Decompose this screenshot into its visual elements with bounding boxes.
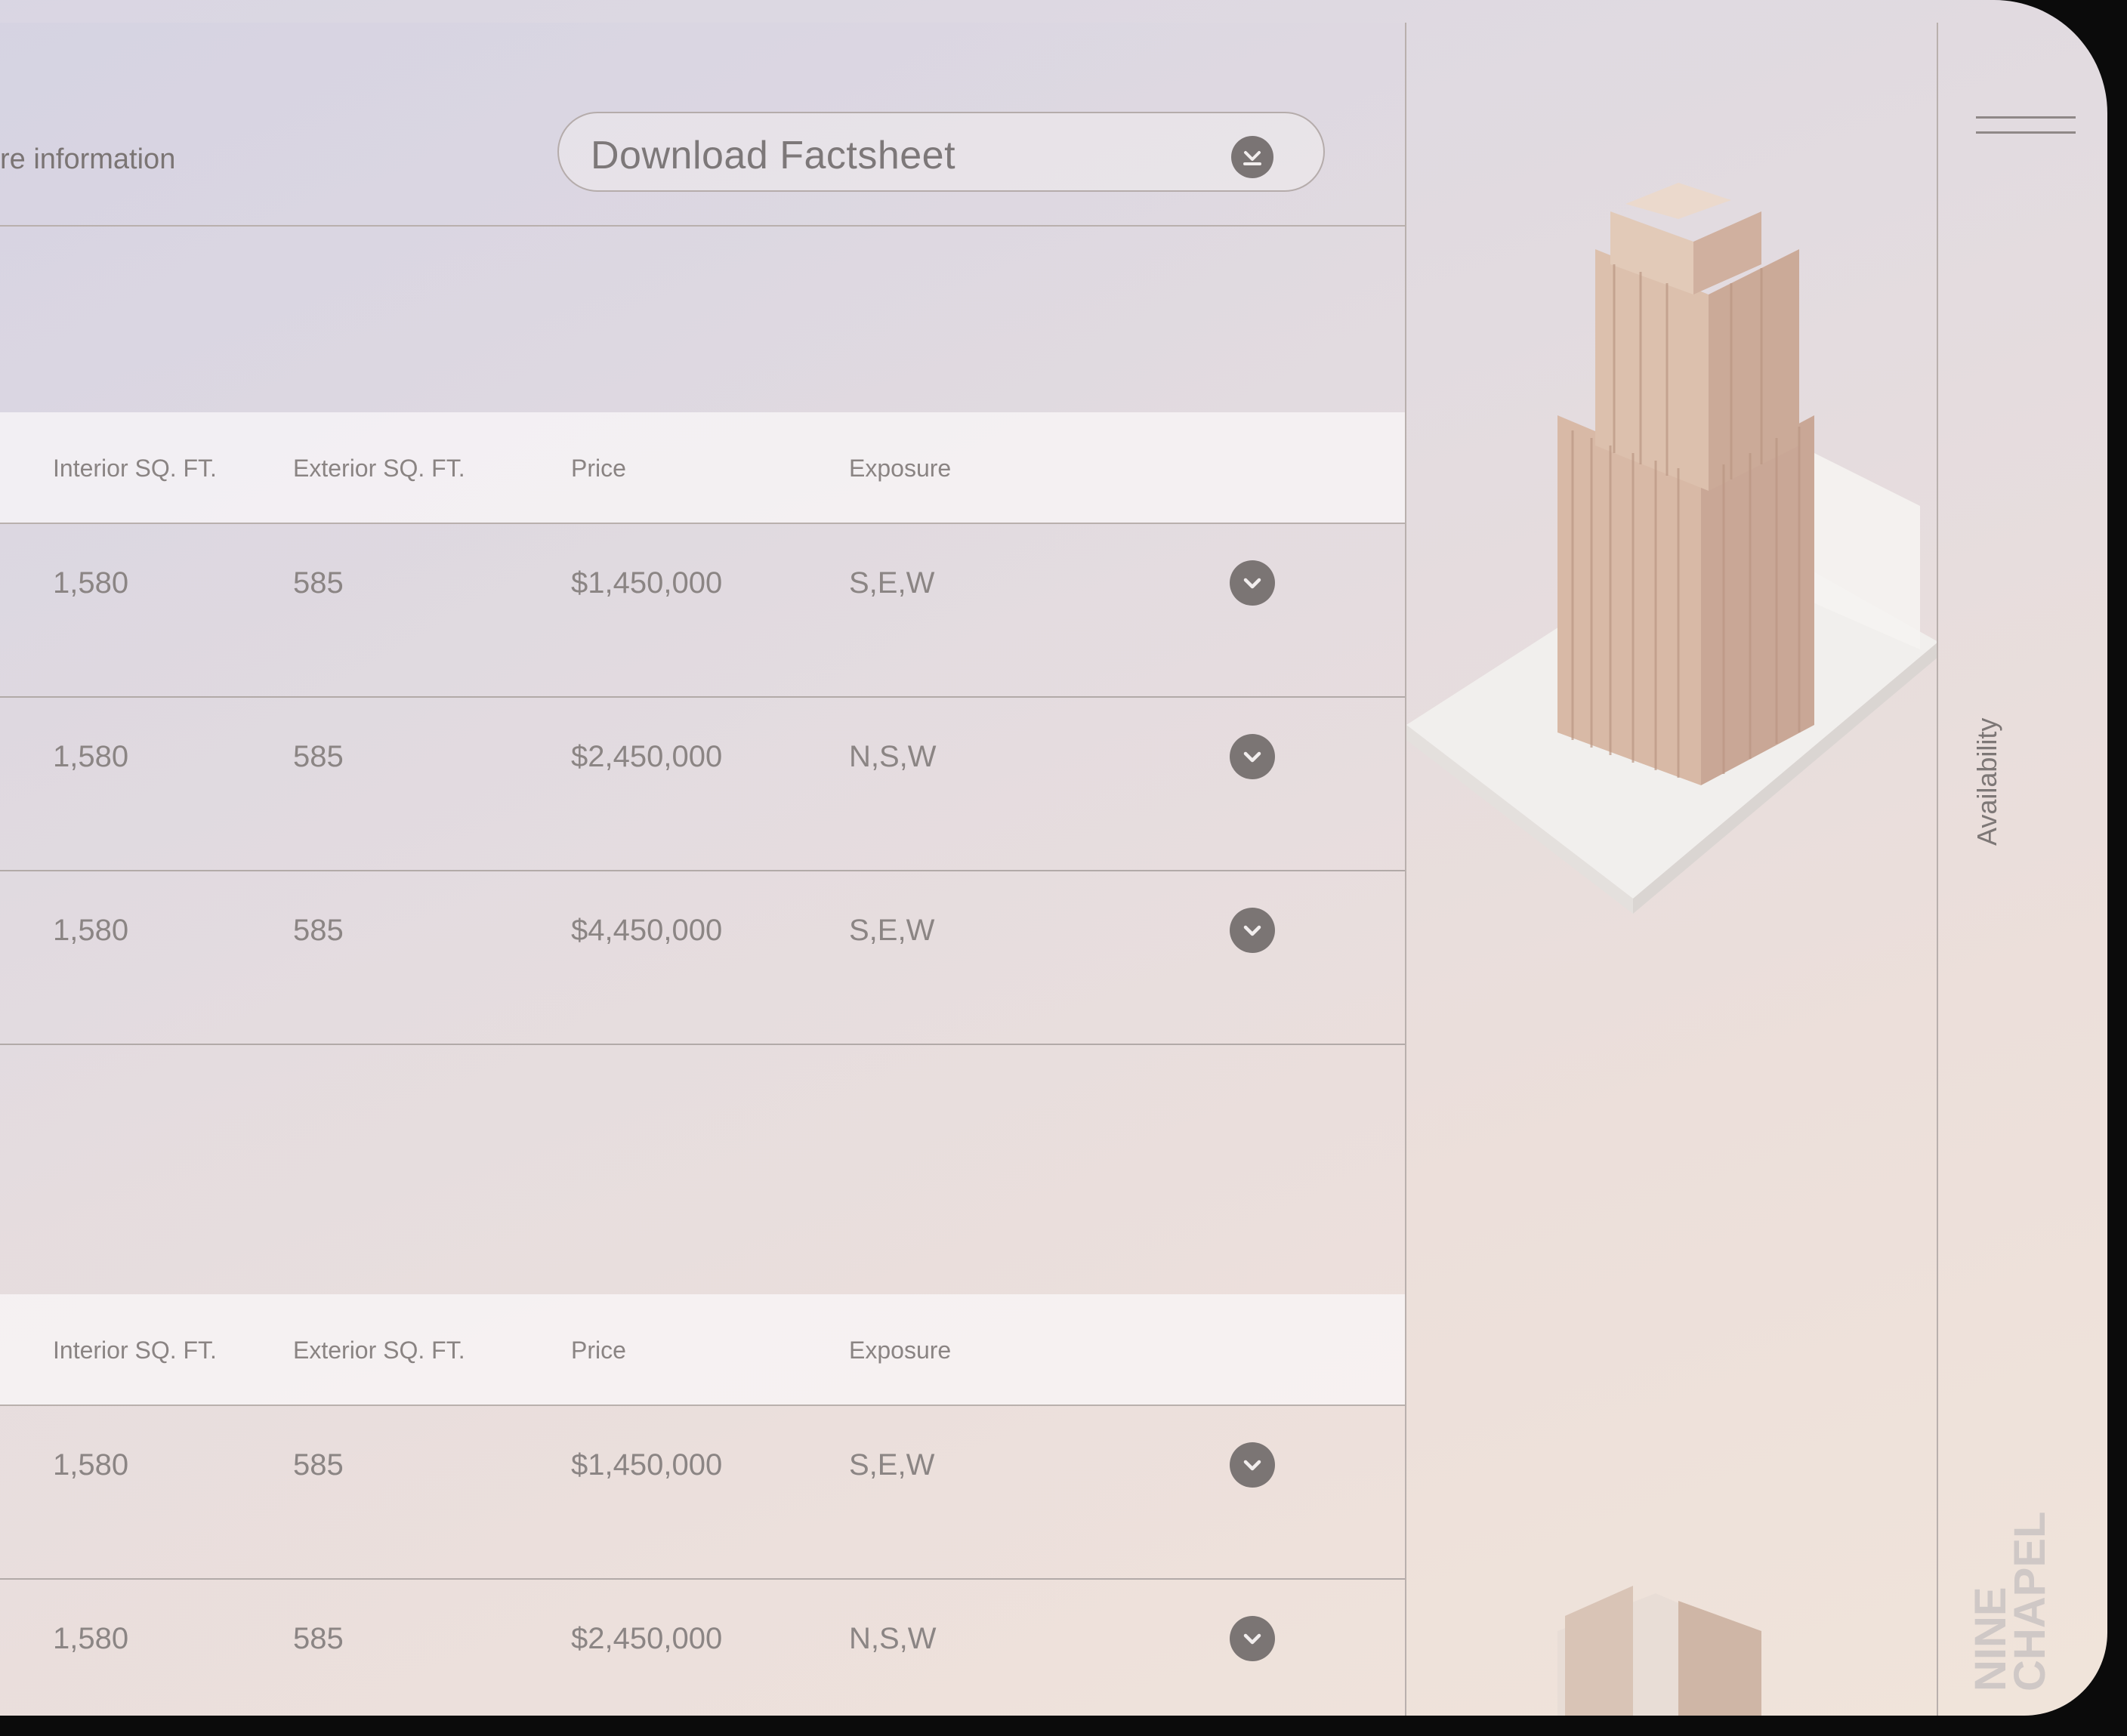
interior-sqft: 1,580 — [53, 740, 129, 773]
table-header-1: Interior SQ. FT. Exterior SQ. FT. Price … — [0, 412, 1405, 524]
availability-tab[interactable]: Availability — [1971, 718, 2003, 846]
column-header-price: Price — [571, 1337, 626, 1364]
exterior-sqft: 585 — [293, 914, 344, 947]
table-header-2: Interior SQ. FT. Exterior SQ. FT. Price … — [0, 1294, 1405, 1406]
building-render — [1406, 183, 1938, 1716]
price: $4,450,000 — [571, 914, 723, 947]
download-factsheet-label: Download Factsheet — [591, 134, 956, 177]
price: $1,450,000 — [571, 1448, 723, 1482]
interior-sqft: 1,580 — [53, 1448, 129, 1482]
column-header-interior: Interior SQ. FT. — [53, 1337, 217, 1364]
logo-line-2: CHAPEL — [2005, 1511, 2054, 1691]
exterior-sqft: 585 — [293, 740, 344, 773]
exposure: N,S,W — [849, 740, 937, 773]
interior-sqft: 1,580 — [53, 566, 129, 600]
exterior-sqft: 585 — [293, 566, 344, 600]
nine-chapel-logo: NINE CHAPEL — [1966, 1511, 2054, 1691]
chevron-down-icon[interactable] — [1230, 1616, 1275, 1661]
exposure: S,E,W — [849, 1448, 935, 1482]
interior-sqft: 1,580 — [53, 914, 129, 947]
exterior-sqft: 585 — [293, 1622, 344, 1655]
table-row[interactable]: 1,580 585 $1,450,000 S,E,W — [0, 1405, 1405, 1580]
download-factsheet-button[interactable]: Download Factsheet — [557, 112, 1325, 192]
listing-panel: re information Download Factsheet Interi… — [0, 23, 1405, 1716]
sidebar: Availability NINE CHAPEL — [1937, 23, 2107, 1716]
exterior-sqft: 585 — [293, 1448, 344, 1482]
interior-sqft: 1,580 — [53, 1622, 129, 1655]
table-row[interactable]: 1,580 585 $2,450,000 N,S,W — [0, 696, 1405, 871]
chevron-down-icon[interactable] — [1230, 1442, 1275, 1488]
chevron-down-icon[interactable] — [1230, 734, 1275, 779]
table-row[interactable]: 1,580 585 $1,450,000 S,E,W — [0, 523, 1405, 698]
price: $2,450,000 — [571, 1622, 723, 1655]
table-row[interactable]: 1,580 585 $2,450,000 N,S,W — [0, 1578, 1405, 1716]
exposure: S,E,W — [849, 566, 935, 600]
download-icon — [1231, 136, 1273, 178]
price: $2,450,000 — [571, 740, 723, 773]
column-header-interior: Interior SQ. FT. — [53, 455, 217, 482]
chevron-down-icon[interactable] — [1230, 560, 1275, 606]
column-header-exterior: Exterior SQ. FT. — [293, 455, 465, 482]
building-render-panel — [1405, 23, 1938, 1716]
column-header-exterior: Exterior SQ. FT. — [293, 1337, 465, 1364]
exposure: S,E,W — [849, 914, 935, 947]
hamburger-icon[interactable] — [1938, 98, 2107, 159]
column-header-price: Price — [571, 455, 626, 482]
exposure: N,S,W — [849, 1622, 937, 1655]
top-bar: re information Download Factsheet — [0, 23, 1405, 227]
chevron-down-icon[interactable] — [1230, 908, 1275, 953]
table-row[interactable]: 1,580 585 $4,450,000 S,E,W — [0, 870, 1405, 1045]
more-info-link[interactable]: re information — [0, 143, 175, 176]
column-header-exposure: Exposure — [849, 455, 952, 482]
tablet-screen: re information Download Factsheet Interi… — [0, 0, 2107, 1716]
column-header-exposure: Exposure — [849, 1337, 952, 1364]
price: $1,450,000 — [571, 566, 723, 600]
